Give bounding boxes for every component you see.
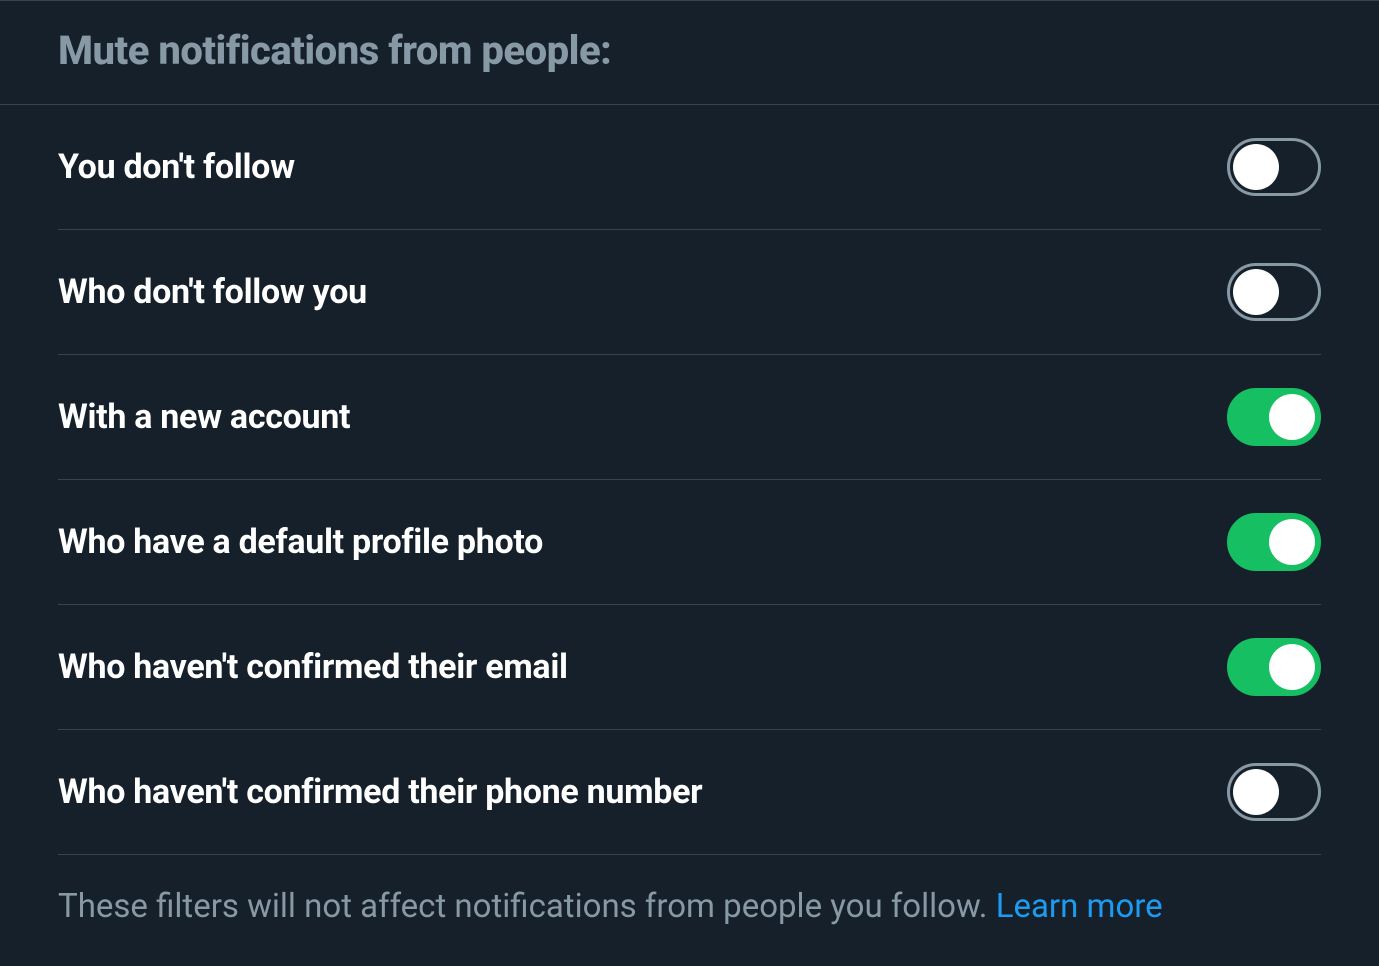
setting-label: Who haven't confirmed their phone number	[58, 772, 702, 812]
setting-row-you-dont-follow: You don't follow	[58, 105, 1321, 230]
toggle-who-dont-follow-you[interactable]	[1227, 263, 1321, 321]
toggle-knob	[1269, 394, 1315, 440]
setting-row-who-dont-follow-you: Who don't follow you	[58, 230, 1321, 355]
setting-label: With a new account	[58, 397, 350, 437]
setting-label: Who haven't confirmed their email	[58, 647, 568, 687]
setting-row-new-account: With a new account	[58, 355, 1321, 480]
setting-label: You don't follow	[58, 147, 295, 187]
toggle-knob	[1233, 269, 1279, 315]
footer-note-text: These filters will not affect notificati…	[58, 887, 996, 926]
setting-row-default-profile-photo: Who have a default profile photo	[58, 480, 1321, 605]
footer-note: These filters will not affect notificati…	[58, 855, 1321, 966]
setting-label: Who have a default profile photo	[58, 522, 543, 562]
toggle-new-account[interactable]	[1227, 388, 1321, 446]
section-title: Mute notifications from people:	[58, 27, 1321, 74]
toggle-default-profile-photo[interactable]	[1227, 513, 1321, 571]
setting-label: Who don't follow you	[58, 272, 367, 312]
settings-list: You don't follow Who don't follow you Wi…	[0, 105, 1379, 966]
toggle-unconfirmed-email[interactable]	[1227, 638, 1321, 696]
setting-row-unconfirmed-phone: Who haven't confirmed their phone number	[58, 730, 1321, 855]
learn-more-link[interactable]: Learn more	[996, 887, 1163, 926]
mute-notifications-panel: Mute notifications from people: You don'…	[0, 0, 1379, 966]
toggle-unconfirmed-phone[interactable]	[1227, 763, 1321, 821]
toggle-knob	[1233, 769, 1279, 815]
section-header: Mute notifications from people:	[0, 1, 1379, 105]
toggle-knob	[1269, 644, 1315, 690]
toggle-knob	[1269, 519, 1315, 565]
toggle-knob	[1233, 144, 1279, 190]
toggle-you-dont-follow[interactable]	[1227, 138, 1321, 196]
setting-row-unconfirmed-email: Who haven't confirmed their email	[58, 605, 1321, 730]
